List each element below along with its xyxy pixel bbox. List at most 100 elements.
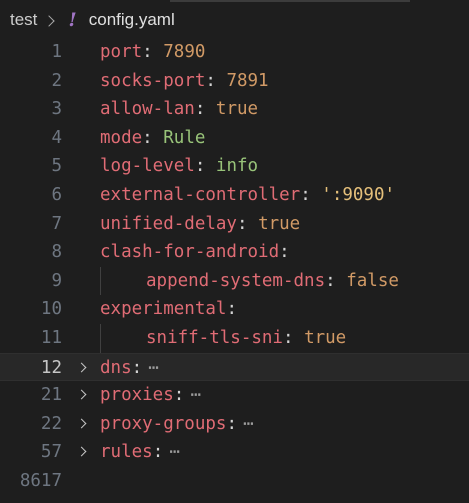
yaml-colon: : xyxy=(300,184,311,205)
yaml-colon: : xyxy=(142,127,153,148)
yaml-entry: rules: ⋯ xyxy=(100,438,181,467)
yaml-colon: : xyxy=(152,442,164,463)
yaml-key: port xyxy=(100,42,143,62)
yaml-colon: : xyxy=(194,156,206,177)
yaml-key: clash-for-android xyxy=(100,242,280,263)
yaml-entry: unified-delay: true xyxy=(100,210,300,239)
yaml-key: proxies xyxy=(100,385,174,406)
yaml-colon: : xyxy=(131,357,143,378)
code-line[interactable]: 57 rules: ⋯ xyxy=(0,438,469,467)
breadcrumb-file[interactable]: config.yaml xyxy=(89,10,175,30)
line-number: 22 xyxy=(40,413,62,434)
fold-chevron-icon[interactable] xyxy=(77,354,91,381)
line-number: 10 xyxy=(40,299,62,320)
yaml-value: true xyxy=(215,99,259,120)
line-number: 3 xyxy=(51,99,62,120)
editor: test ! config.yaml 1 port: 7890 2 socks-por… xyxy=(0,0,469,503)
yaml-value: ':9090' xyxy=(321,184,396,205)
line-number: 11 xyxy=(40,327,62,348)
folded-ellipsis[interactable]: ⋯ xyxy=(243,410,255,439)
line-number: 21 xyxy=(40,385,62,406)
yaml-colon: : xyxy=(205,70,216,91)
yaml-value: true xyxy=(304,327,347,348)
fold-chevron-icon[interactable] xyxy=(77,381,91,410)
yaml-entry: mode: Rule xyxy=(100,124,205,153)
yaml-value: info xyxy=(215,156,259,177)
chevron-right-icon xyxy=(45,16,54,25)
line-number: 2 xyxy=(51,70,62,91)
line-number: 8 xyxy=(51,242,62,263)
indent-guide xyxy=(100,266,101,296)
yaml-entry: socks-port: 7891 xyxy=(100,67,269,96)
folded-ellipsis[interactable]: ⋯ xyxy=(190,381,202,410)
line-number: 4 xyxy=(51,127,62,148)
code-line[interactable]: 2 socks-port: 7891 xyxy=(0,67,469,96)
breadcrumb-folder[interactable]: test xyxy=(10,10,37,30)
yaml-value: 7891 xyxy=(226,70,269,91)
yaml-colon: : xyxy=(226,299,237,320)
code-line[interactable]: 10 experimental: xyxy=(0,295,469,324)
code-line[interactable]: 8617 xyxy=(0,467,469,496)
code-line[interactable]: 6 external-controller: ':9090' xyxy=(0,181,469,210)
yaml-key: experimental xyxy=(100,299,227,320)
code-area[interactable]: 1 port: 7890 2 socks-port: 7891 3 allow-lan: … xyxy=(0,38,469,496)
line-number: 9 xyxy=(51,270,62,291)
yaml-entry: external-controller: ':9090' xyxy=(100,181,395,210)
yaml-colon: : xyxy=(282,327,294,348)
yaml-key: append-system-dns xyxy=(146,270,326,291)
yaml-key: proxy-groups xyxy=(100,413,227,434)
line-number: 57 xyxy=(40,442,62,463)
code-line[interactable]: 3 allow-lan: true xyxy=(0,95,469,124)
folded-ellipsis[interactable]: ⋯ xyxy=(169,438,181,467)
yaml-value: Rule xyxy=(163,127,206,148)
yaml-entry: proxies: ⋯ xyxy=(100,381,202,410)
yaml-entry: log-level: info xyxy=(100,152,258,181)
line-number: 6 xyxy=(51,184,62,205)
yaml-entry: allow-lan: true xyxy=(100,95,258,124)
code-line[interactable]: 4 mode: Rule xyxy=(0,124,469,153)
line-number: 1 xyxy=(51,42,62,62)
yaml-colon: : xyxy=(236,213,248,234)
yaml-key: sniff-tls-sni xyxy=(146,327,283,348)
code-line[interactable]: 12 dns: ⋯ xyxy=(0,352,469,383)
code-line[interactable]: 21 proxies: ⋯ xyxy=(0,381,469,410)
code-line[interactable]: 1 port: 7890 xyxy=(0,38,469,67)
yaml-file-icon: ! xyxy=(68,9,77,31)
line-number: 12 xyxy=(40,357,62,378)
line-number: 5 xyxy=(51,156,62,177)
yaml-entry: sniff-tls-sni: true xyxy=(146,324,346,353)
line-number: 8617 xyxy=(19,470,62,491)
yaml-colon: : xyxy=(194,99,206,120)
code-line[interactable]: 7 unified-delay: true xyxy=(0,210,469,239)
yaml-key: external-controller xyxy=(100,184,301,205)
yaml-entry: dns: ⋯ xyxy=(100,354,160,383)
code-line[interactable]: 8 clash-for-android: xyxy=(0,238,469,267)
yaml-key: rules xyxy=(100,442,153,463)
code-line[interactable]: 9 append-system-dns: false xyxy=(0,266,469,296)
fold-chevron-icon[interactable] xyxy=(77,438,91,467)
yaml-entry: append-system-dns: false xyxy=(146,267,399,296)
code-line[interactable]: 11 sniff-tls-sni: true xyxy=(0,323,469,353)
yaml-entry: clash-for-android: xyxy=(100,238,290,267)
indent-guide xyxy=(100,323,101,353)
yaml-entry: experimental: xyxy=(100,295,237,324)
yaml-key: socks-port xyxy=(100,70,206,91)
yaml-key: mode xyxy=(100,127,143,148)
code-line[interactable]: 22 proxy-groups: ⋯ xyxy=(0,410,469,439)
fold-chevron-icon[interactable] xyxy=(77,410,91,439)
yaml-value: 7890 xyxy=(163,42,206,62)
yaml-entry: port: 7890 xyxy=(100,38,205,67)
line-number: 7 xyxy=(51,213,62,234)
yaml-key: allow-lan xyxy=(100,99,195,120)
yaml-key: log-level xyxy=(100,156,195,177)
yaml-value: true xyxy=(258,213,301,234)
yaml-key: dns xyxy=(100,357,132,378)
yaml-key: unified-delay xyxy=(100,213,237,234)
yaml-colon: : xyxy=(226,413,237,434)
folded-ellipsis[interactable]: ⋯ xyxy=(148,354,160,383)
yaml-value: false xyxy=(346,270,399,291)
code-line[interactable]: 5 log-level: info xyxy=(0,152,469,181)
yaml-colon: : xyxy=(142,42,153,62)
yaml-entry: proxy-groups: ⋯ xyxy=(100,410,255,439)
yaml-colon: : xyxy=(279,242,290,263)
